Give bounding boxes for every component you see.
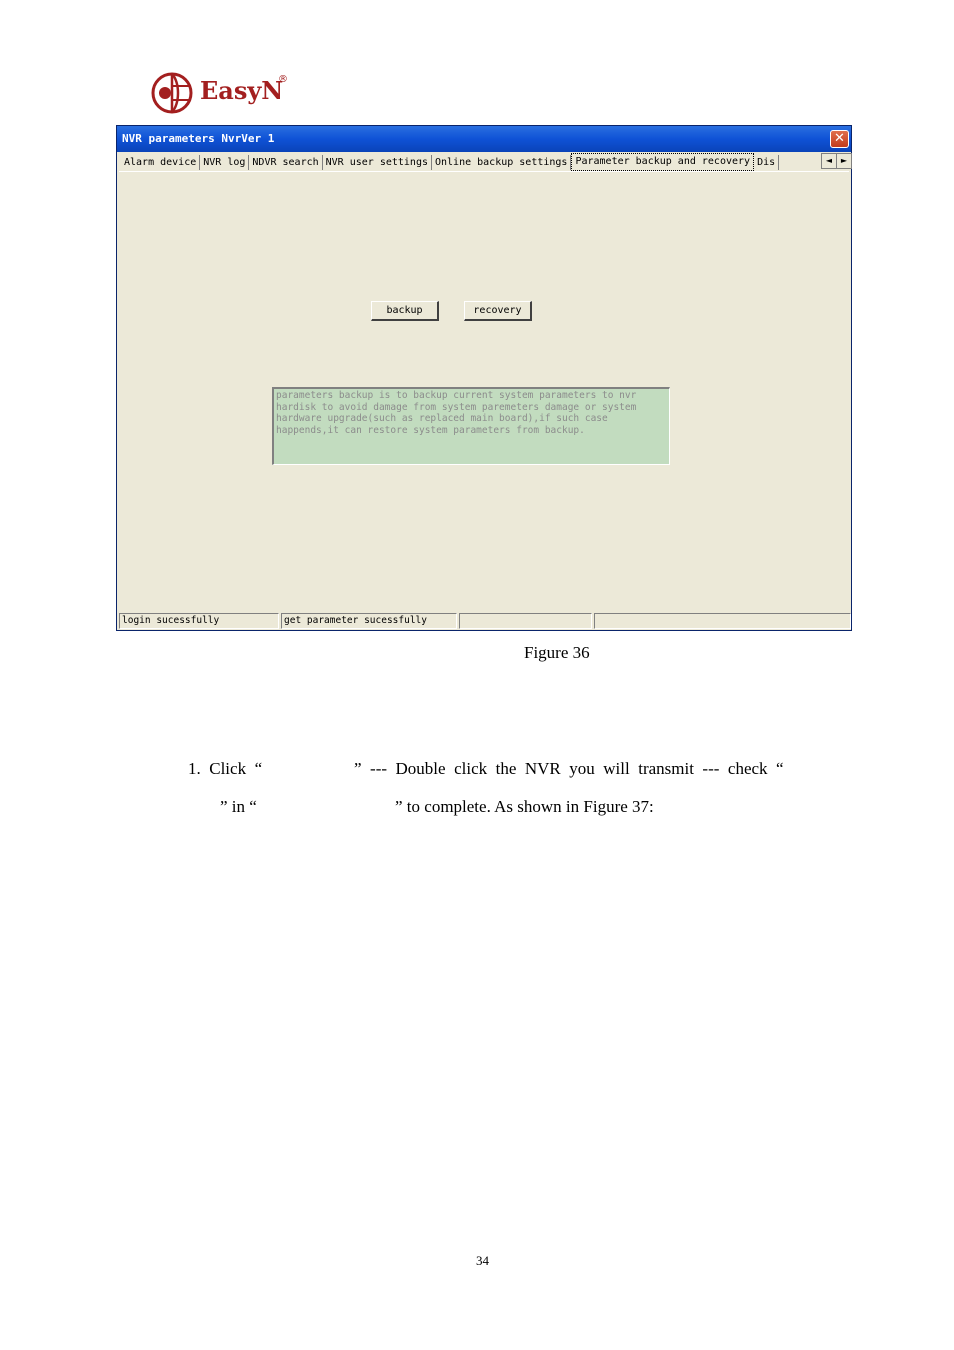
- recovery-button[interactable]: recovery: [464, 301, 532, 321]
- tab-strip: Alarm device NVR log NDVR search NVR user s…: [121, 153, 853, 171]
- logo-wordmark: EasyN: [200, 76, 284, 105]
- status-cell-3: [459, 613, 592, 629]
- tab-scroll-left-icon[interactable]: ◄: [821, 153, 837, 169]
- tab-alarm-device[interactable]: Alarm device: [121, 155, 201, 170]
- close-button[interactable]: ✕: [830, 130, 849, 148]
- tab-scroll-right-icon[interactable]: ►: [836, 153, 852, 169]
- tab-online-backup-settings[interactable]: Online backup settings: [432, 155, 572, 170]
- registered-mark: ®: [278, 74, 288, 85]
- easyn-globe-icon: [151, 72, 193, 114]
- tab-divider: [119, 171, 849, 172]
- step-text-1b: ” --- Double click the NVR you will tran…: [354, 759, 784, 778]
- status-login: login sucessfully: [119, 613, 279, 629]
- easyn-logo: EasyN ®: [150, 70, 300, 116]
- page-number: 34: [476, 1253, 489, 1268]
- nvr-parameters-window: NVR parameters NvrVer 1 ✕ Alarm device NV…: [116, 125, 852, 631]
- figure-caption: Figure 36: [524, 643, 590, 662]
- tab-nvr-log[interactable]: NVR log: [200, 155, 250, 170]
- step-text-2b: ” to complete. As shown in Figure 37:: [395, 797, 654, 816]
- tab-ndvr-search[interactable]: NDVR search: [249, 155, 323, 170]
- window-title: NVR parameters NvrVer 1: [122, 132, 275, 145]
- tab-parameter-backup-and-recovery[interactable]: Parameter backup and recovery: [571, 153, 755, 171]
- step-text-2a: ” in “: [220, 797, 257, 816]
- tab-nvr-user-settings[interactable]: NVR user settings: [323, 155, 432, 170]
- backup-button[interactable]: backup: [371, 301, 439, 321]
- info-textbox: parameters backup is to backup current s…: [272, 387, 670, 465]
- status-cell-4: [594, 613, 851, 629]
- title-bar[interactable]: NVR parameters NvrVer 1 ✕: [117, 126, 851, 152]
- status-parameter: get parameter sucessfully: [281, 613, 457, 629]
- status-bar: login sucessfully get parameter sucessfu…: [117, 612, 851, 630]
- tab-scroll-controls: ◄ ►: [821, 153, 852, 169]
- tab-dis[interactable]: Dis: [754, 155, 780, 170]
- step-text-1a: 1. Click “: [188, 759, 263, 778]
